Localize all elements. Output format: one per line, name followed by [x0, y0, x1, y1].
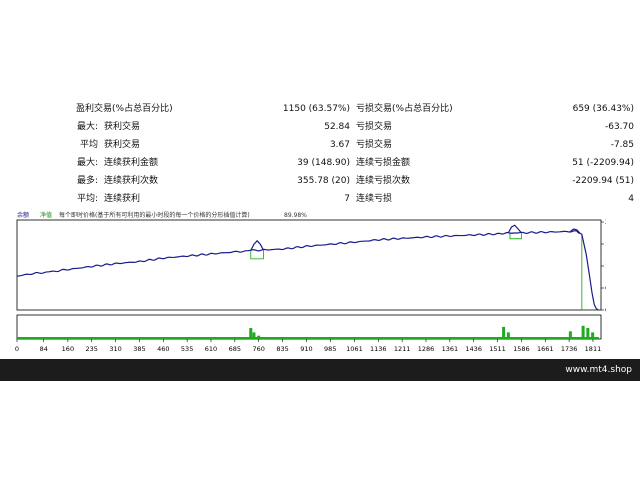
- stat-loss-value: 659 (36.43%): [572, 104, 634, 114]
- watermark-site: www.mt4.shop: [565, 365, 632, 375]
- stat-row: 最大: 连续获利金额 39 (148.90) 连续亏损金额 51 (-2209.94): [0, 154, 640, 172]
- stat-loss-value: -63.70: [604, 122, 634, 132]
- equity-chart: 余额 净值 每个即时价格(基于所有可利用的最小时段的每一个价格的分形插值计算) …: [14, 208, 622, 360]
- volume-plot-frame: [16, 314, 602, 340]
- stat-value: 355.78 (20): [297, 176, 350, 186]
- stat-label: 盈利交易(%占总百分比): [76, 104, 173, 114]
- x-tick-label: 1061: [346, 345, 363, 353]
- x-tick-label: 760: [252, 345, 264, 353]
- x-tick-label: 835: [276, 345, 288, 353]
- stat-value: 1150 (63.57%): [282, 104, 350, 114]
- x-tick-label: 1136: [370, 345, 387, 353]
- stat-prefix: 平均: [79, 140, 98, 150]
- stat-loss-value: -7.85: [610, 140, 634, 150]
- stat-row: 最多: 连续获利次数 355.78 (20) 连续亏损次数 -2209.94 (51): [0, 172, 640, 190]
- x-tick-label: 160: [62, 345, 74, 353]
- x-tick-label: 385: [133, 345, 145, 353]
- stat-label: 连续获利次数: [104, 176, 159, 186]
- x-tick-label: 1811: [585, 345, 602, 353]
- stats-table: 盈利交易(%占总百分比) 1150 (63.57%) 亏损交易(%占总百分比) 659…: [0, 100, 640, 208]
- y-tick-label: 0: [605, 306, 606, 314]
- y-tick-label: 636: [605, 284, 606, 292]
- y-tick-label: 1272: [605, 262, 606, 270]
- stat-value: 3.67: [329, 140, 350, 150]
- stat-label: 连续获利: [104, 194, 141, 204]
- stat-value: 7: [344, 194, 350, 204]
- stat-loss-label: 连续亏损: [356, 194, 393, 204]
- stat-loss-label: 亏损交易: [356, 122, 393, 132]
- stat-prefix: 平均:: [76, 194, 98, 204]
- footer-bar: www.mt4.shop: [0, 359, 640, 381]
- legend-equity: 净值: [40, 211, 52, 219]
- legend-balance: 余额: [17, 211, 29, 219]
- x-tick-label: 985: [324, 345, 336, 353]
- x-tick-label: 1586: [513, 345, 530, 353]
- x-tick-label: 535: [181, 345, 193, 353]
- x-tick-label: 235: [86, 345, 98, 353]
- x-tick-label: 1211: [394, 345, 411, 353]
- stat-prefix: 最大:: [76, 158, 98, 168]
- stat-value: 52.84: [324, 122, 350, 132]
- stat-label: 获利交易: [104, 122, 141, 132]
- x-tick-label: 1286: [418, 345, 435, 353]
- stat-label: 连续获利金额: [104, 158, 159, 168]
- stat-label: 获利交易: [104, 140, 141, 150]
- stat-loss-label: 亏损交易(%占总百分比): [356, 104, 453, 114]
- y-tick-label: 1908: [605, 240, 606, 248]
- stat-row: 平均 获利交易 3.67 亏损交易 -7.85: [0, 136, 640, 154]
- legend-quality: 89.98%: [284, 212, 307, 219]
- stat-loss-value: 4: [628, 194, 634, 204]
- stat-value: 39 (148.90): [297, 158, 350, 168]
- y-tick-label: 2544: [605, 218, 606, 226]
- x-tick-label: 1361: [442, 345, 459, 353]
- x-tick-label: 910: [300, 345, 312, 353]
- stat-row: 盈利交易(%占总百分比) 1150 (63.57%) 亏损交易(%占总百分比) 659…: [0, 100, 640, 118]
- stat-row: 平均: 连续获利 7 连续亏损 4: [0, 190, 640, 208]
- stat-row: 最大: 获利交易 52.84 亏损交易 -63.70: [0, 118, 640, 136]
- x-tick-label: 1736: [561, 345, 578, 353]
- x-tick-label: 0: [15, 345, 19, 353]
- x-tick-label: 1661: [537, 345, 554, 353]
- stat-loss-label: 连续亏损次数: [356, 176, 411, 186]
- x-tick-label: 685: [229, 345, 241, 353]
- stat-loss-value: -2209.94 (51): [572, 176, 634, 186]
- x-tick-label: 1436: [465, 345, 482, 353]
- equity-chart-svg: 余额 净值 每个即时价格(基于所有可利用的最小时段的每一个价格的分形插值计算) …: [15, 211, 622, 353]
- legend-description: 每个即时价格(基于所有可利用的最小时段的每一个价格的分形插值计算): [59, 211, 250, 219]
- x-tick-label: 1511: [489, 345, 506, 353]
- stat-prefix: 最多:: [76, 176, 98, 186]
- x-tick-label: 84: [40, 345, 48, 353]
- x-tick-label: 610: [205, 345, 217, 353]
- stat-loss-label: 亏损交易: [356, 140, 393, 150]
- stat-loss-label: 连续亏损金额: [356, 158, 411, 168]
- x-tick-label: 310: [109, 345, 121, 353]
- stat-loss-value: 51 (-2209.94): [572, 158, 634, 168]
- volume-baseline: [17, 337, 599, 339]
- stat-prefix: 最大:: [76, 122, 98, 132]
- x-tick-label: 460: [157, 345, 169, 353]
